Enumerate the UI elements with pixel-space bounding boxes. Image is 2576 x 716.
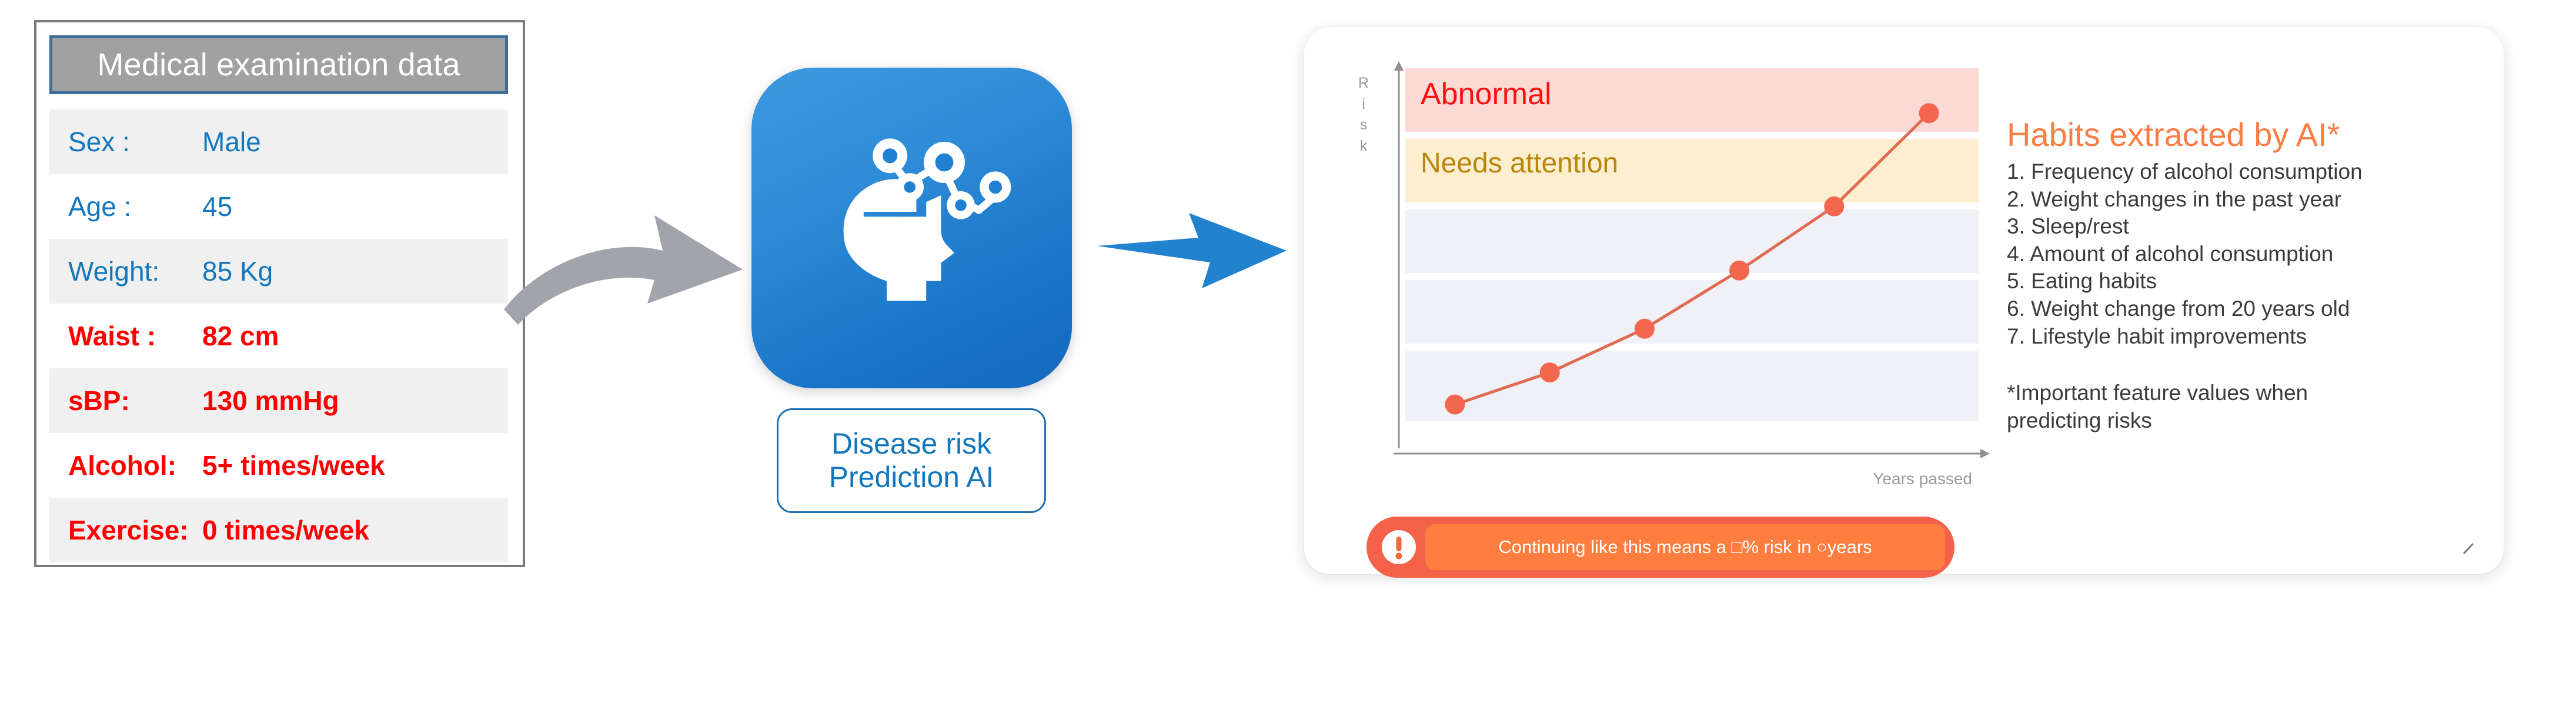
habits-panel: Habits extracted by AI* 1. Frequency of …: [2007, 115, 2477, 434]
exam-row-label: Waist :: [68, 321, 156, 351]
habit-list-item: 2. Weight changes in the past year: [2007, 187, 2342, 211]
exam-row-label: Age :: [68, 191, 132, 222]
y-axis-label-char-3: k: [1359, 137, 1368, 154]
arrow-right-blue-icon: [1095, 176, 1289, 294]
exam-row-label: Exercise:: [68, 515, 189, 545]
exam-row: Waist : 82 cm: [49, 304, 508, 368]
exam-row-value: 5+ times/week: [202, 450, 385, 481]
exam-row: Sex : Male: [49, 109, 508, 174]
risk-data-point: [1919, 103, 1939, 124]
habit-list-item: 7. Lifestyle habit improvements: [2007, 324, 2307, 348]
exam-row-value: 130 mmHg: [202, 385, 339, 416]
habits-footnote-line-2: predicting risks: [2007, 408, 2152, 432]
curved-arrow-right-gray-icon: [503, 194, 750, 371]
risk-data-point: [1445, 394, 1465, 415]
exam-row-value: 82 cm: [202, 321, 279, 351]
medical-exam-panel: Medical examination data Sex : Male Age : 4…: [34, 20, 525, 567]
exam-row-value: 85 Kg: [202, 256, 273, 287]
habits-title: Habits extracted by AI*: [2007, 116, 2340, 153]
habit-list-item: 4. Amount of alcohol consumption: [2007, 241, 2334, 266]
exam-panel-title: Medical examination data: [97, 47, 460, 82]
prediction-result-card: Risk Abnormal Needs attention Years pass…: [1304, 27, 2504, 578]
exam-row: Age : 45: [49, 174, 508, 239]
habit-list-item: 6. Weight change from 20 years old: [2007, 297, 2350, 321]
exam-row-label: sBP:: [68, 385, 130, 416]
ai-caption-line-1: Disease risk: [831, 427, 992, 460]
chart-plot-area: Abnormal Needs attention: [1405, 68, 1979, 454]
y-axis-label-char-1: i: [1362, 95, 1365, 112]
risk-curve: [1445, 103, 1939, 415]
alert-message-pill: Continuing like this means a □% risk in …: [1425, 524, 1945, 570]
ai-model-block: Disease risk Prediction AI: [747, 68, 1076, 513]
exam-row-value: 0 times/week: [202, 515, 369, 545]
y-axis-label: Risk: [1354, 73, 1374, 156]
y-axis-label-char-2: s: [1359, 116, 1368, 133]
habit-list-item: 3. Sleep/rest: [2007, 214, 2129, 239]
habit-list-item: 5. Eating habits: [2007, 269, 2157, 294]
exam-row-value: Male: [202, 126, 261, 157]
exam-row: Alcohol: 5+ times/week: [49, 433, 508, 498]
exam-panel-header: Medical examination data: [49, 35, 508, 94]
risk-data-point: [1824, 196, 1845, 217]
risk-data-point: [1539, 362, 1560, 383]
habits-list: 1. Frequency of alcohol consumption 2. We…: [2007, 158, 2477, 350]
y-axis-line: [1392, 60, 1405, 455]
ai-caption-line-2: Prediction AI: [828, 461, 994, 494]
alert-message-text: Continuing like this means a □% risk in …: [1498, 537, 1872, 557]
y-axis-label-char-0: R: [1358, 75, 1369, 91]
risk-chart: Risk Abnormal Needs attention Years pass…: [1341, 33, 1990, 498]
exam-row-label: Weight:: [68, 256, 160, 287]
exam-row: Exercise: 0 times/week: [49, 498, 508, 562]
exam-row: sBP: 130 mmHg: [49, 368, 508, 433]
exam-row-label: Sex :: [68, 126, 130, 157]
exam-row-label: Alcohol:: [68, 450, 176, 481]
habit-list-item: 1. Frequency of alcohol consumption: [2007, 159, 2363, 184]
exclamation-circle-icon: [1381, 529, 1417, 565]
exam-row-value: 45: [202, 191, 233, 222]
exam-row: Weight: 85 Kg: [49, 239, 508, 304]
habits-footnote: *Important feature values when predictin…: [2007, 379, 2477, 434]
exam-rows: Sex : Male Age : 45 Weight: 85 Kg Waist : 82 cm…: [49, 109, 508, 562]
risk-alert-banner: Continuing like this means a □% risk in …: [1366, 517, 1954, 578]
ai-model-caption: Disease risk Prediction AI: [777, 408, 1046, 513]
risk-data-point: [1634, 318, 1655, 339]
brain-network-icon[interactable]: [751, 68, 1072, 388]
risk-data-point: [1729, 260, 1750, 281]
x-axis-label: Years passed: [1873, 469, 1972, 488]
habits-footnote-line-1: *Important feature values when: [2007, 381, 2308, 405]
card-resize-handle[interactable]: [2460, 541, 2475, 557]
